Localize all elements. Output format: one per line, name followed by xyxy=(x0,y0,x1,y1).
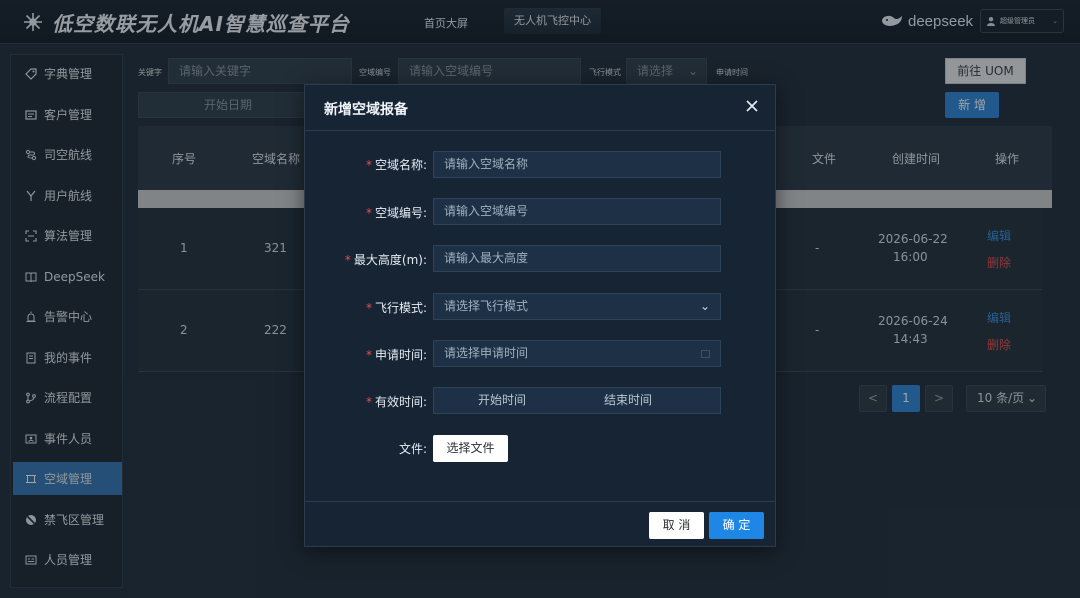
dialog-header: 新增空域报备 xyxy=(305,85,775,131)
required-mark: * xyxy=(365,395,372,409)
valid-time-field-label: * 有效时间: xyxy=(366,393,427,410)
required-mark: * xyxy=(344,253,351,267)
apply-time-field-label: * 申请时间: xyxy=(366,346,427,363)
calendar-icon xyxy=(701,350,710,358)
apply-time-picker-value: 请选择申请时间 xyxy=(444,346,529,360)
name-label-text: 空域名称: xyxy=(374,158,427,172)
valid-time-label-text: 有效时间: xyxy=(374,395,427,409)
required-mark: * xyxy=(365,206,372,220)
mode-field-label: * 飞行模式: xyxy=(366,299,427,316)
airspace-code-field[interactable]: 请输入空域编号 xyxy=(433,198,721,225)
close-icon[interactable] xyxy=(745,99,759,113)
dialog-title: 新增空域报备 xyxy=(324,102,408,118)
choose-file-button[interactable]: 选择文件 xyxy=(433,435,508,462)
confirm-button[interactable]: 确 定 xyxy=(709,512,764,539)
required-mark: * xyxy=(365,348,372,362)
apply-time-picker[interactable]: 请选择申请时间 xyxy=(433,340,721,367)
required-mark: * xyxy=(365,301,372,315)
height-label-text: 最大高度(m): xyxy=(353,253,427,267)
name-field-label: * 空域名称: xyxy=(366,156,427,173)
apply-time-label-text: 申请时间: xyxy=(374,348,427,362)
required-mark: * xyxy=(365,158,372,172)
code-field-label: * 空域编号: xyxy=(366,204,427,221)
code-label-text: 空域编号: xyxy=(374,206,427,220)
valid-end-input[interactable]: 结束时间 xyxy=(604,388,652,413)
add-airspace-dialog: 新增空域报备 * 空域名称: 请输入空域名称 * 空域编号: 请输入空域编号 * 最大… xyxy=(304,84,776,547)
airspace-name-input[interactable]: 请输入空域名称 xyxy=(433,151,721,178)
dialog-footer-divider xyxy=(305,501,775,502)
chevron-down-icon: ⌄ xyxy=(699,299,710,313)
mode-label-text: 飞行模式: xyxy=(374,301,427,315)
cancel-button[interactable]: 取 消 xyxy=(649,512,704,539)
height-field-label: * 最大高度(m): xyxy=(345,251,427,268)
flight-mode-dropdown[interactable]: 请选择飞行模式 ⌄ xyxy=(433,293,721,320)
valid-start-input[interactable]: 开始时间 xyxy=(478,388,526,413)
valid-time-range-picker[interactable]: 开始时间 结束时间 xyxy=(433,387,721,414)
max-height-input[interactable]: 请输入最大高度 xyxy=(433,245,721,272)
flight-mode-dropdown-value: 请选择飞行模式 xyxy=(444,299,529,313)
file-field-label: 文件: xyxy=(398,442,427,456)
